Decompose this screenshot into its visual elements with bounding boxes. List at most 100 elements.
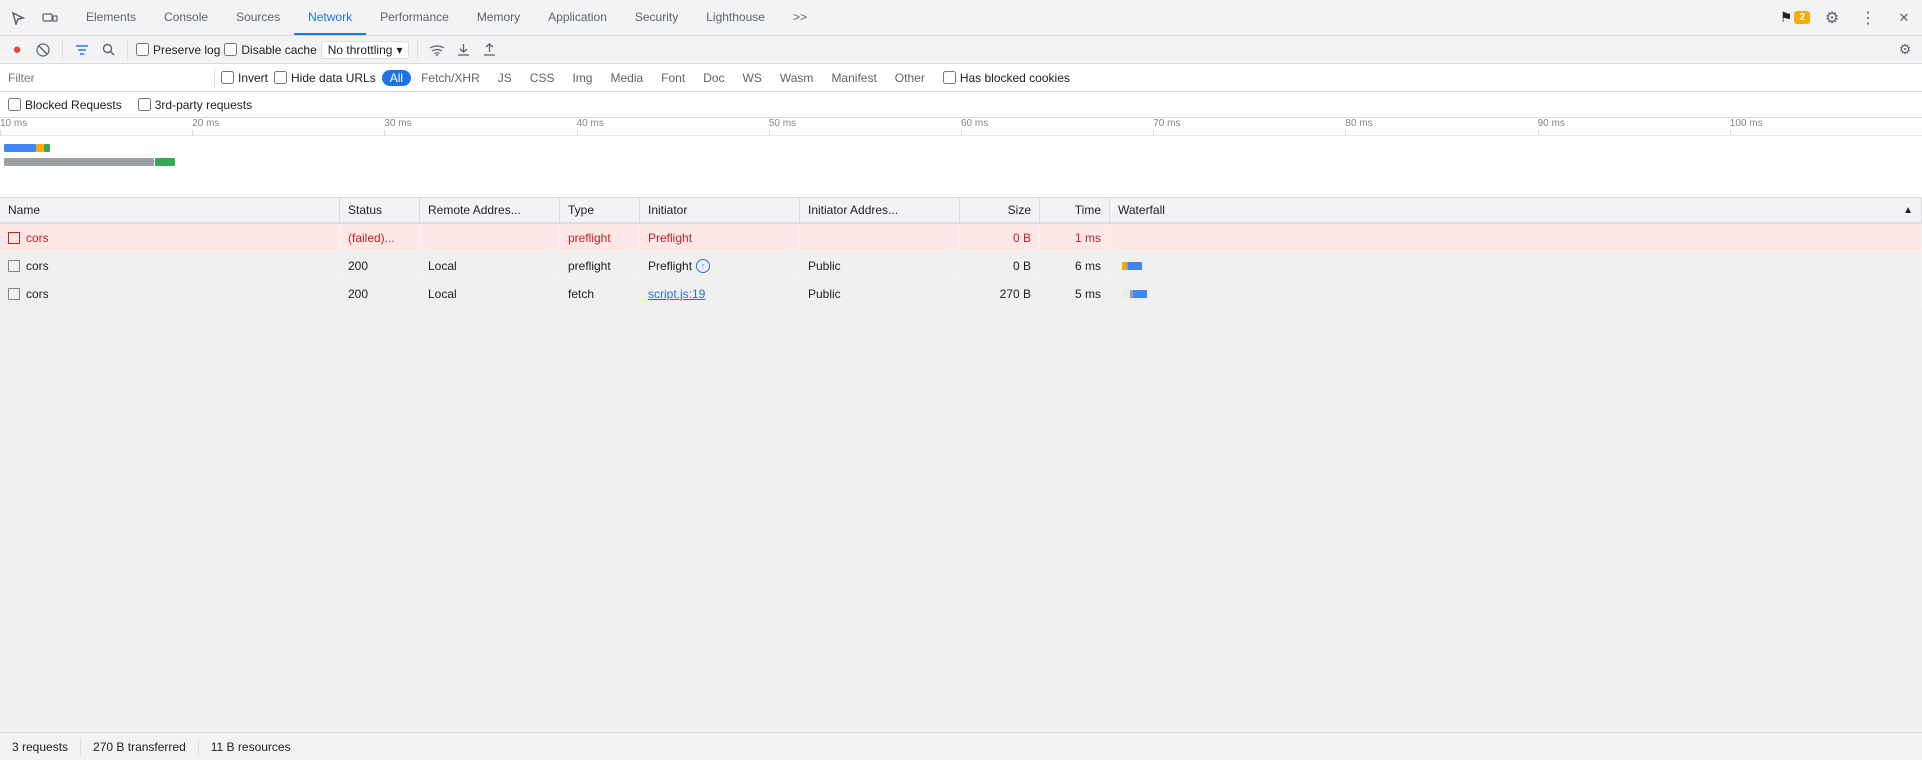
device-toolbar-icon[interactable] <box>36 4 64 32</box>
td-name-2: cors <box>0 252 340 279</box>
tab-network[interactable]: Network <box>294 0 366 35</box>
th-type[interactable]: Type <box>560 198 640 222</box>
tab-lighthouse[interactable]: Lighthouse <box>692 0 779 35</box>
disable-cache-label[interactable]: Disable cache <box>224 43 316 57</box>
search-button[interactable] <box>97 39 119 61</box>
preflight-info-icon[interactable]: ↑ <box>696 259 710 273</box>
filter-input[interactable] <box>8 71 208 85</box>
timeline-ruler: 10 ms20 ms30 ms40 ms50 ms60 ms70 ms80 ms… <box>0 118 1922 136</box>
third-party-checkbox[interactable] <box>138 98 151 111</box>
filter-chip-js[interactable]: JS <box>490 70 520 86</box>
record-stop-button[interactable]: ● <box>6 39 28 61</box>
filter-bar2: Blocked Requests 3rd-party requests <box>0 92 1922 118</box>
invert-checkbox[interactable] <box>221 71 234 84</box>
filter-chip-css[interactable]: CSS <box>522 70 563 86</box>
th-waterfall[interactable]: Waterfall ▲ <box>1110 198 1922 222</box>
td-status-2: 200 <box>340 252 420 279</box>
filter-chip-wasm[interactable]: Wasm <box>772 70 822 86</box>
issues-badge[interactable]: ⚑ 2 <box>1780 9 1810 26</box>
ruler-tick-4: 50 ms <box>769 118 796 136</box>
filter-chip-fetch/xhr[interactable]: Fetch/XHR <box>413 70 488 86</box>
tab-sources[interactable]: Sources <box>222 0 294 35</box>
clear-button[interactable] <box>32 39 54 61</box>
filter-chip-media[interactable]: Media <box>602 70 651 86</box>
tab-application[interactable]: Application <box>534 0 621 35</box>
status-bar: 3 requests 270 B transferred 11 B resour… <box>0 732 1922 760</box>
ruler-tick-3: 40 ms <box>577 118 604 136</box>
row-checkbox-3 <box>8 288 20 300</box>
has-blocked-cookies-label[interactable]: Has blocked cookies <box>943 71 1070 85</box>
script-link[interactable]: script.js:19 <box>648 287 705 301</box>
timeline-bars <box>0 136 1922 198</box>
td-name-1: cors <box>0 224 340 251</box>
td-time-3: 5 ms <box>1040 280 1110 307</box>
cursor-icon[interactable] <box>4 4 32 32</box>
export-har-button[interactable] <box>478 39 500 61</box>
td-initiator-3: script.js:19 <box>640 280 800 307</box>
table-row[interactable]: cors (failed)... preflight Preflight 0 B… <box>0 224 1922 252</box>
table-row[interactable]: cors 200 Local preflight Preflight ↑ Pub… <box>0 252 1922 280</box>
td-remote-3: Local <box>420 280 560 307</box>
hide-data-urls-label[interactable]: Hide data URLs <box>274 71 376 85</box>
filter-button[interactable] <box>71 39 93 61</box>
wifi-icon[interactable] <box>426 39 448 61</box>
filter-bar: Invert Hide data URLs AllFetch/XHRJSCSSI… <box>0 64 1922 92</box>
table-header: Name Status Remote Addres... Type Initia… <box>0 198 1922 224</box>
th-initiator-addr[interactable]: Initiator Addres... <box>800 198 960 222</box>
th-name[interactable]: Name <box>0 198 340 222</box>
preserve-log-checkbox[interactable] <box>136 43 149 56</box>
td-remote-2: Local <box>420 252 560 279</box>
invert-label[interactable]: Invert <box>221 71 268 85</box>
th-status[interactable]: Status <box>340 198 420 222</box>
table-row[interactable]: cors 200 Local fetch script.js:19 Public… <box>0 280 1922 308</box>
blocked-requests-label[interactable]: Blocked Requests <box>8 98 122 112</box>
filter-chip-img[interactable]: Img <box>564 70 600 86</box>
close-devtools-button[interactable]: ✕ <box>1890 4 1918 32</box>
filter-chip-all[interactable]: All <box>382 70 411 86</box>
network-toolbar: ● Preserve log <box>0 36 1922 64</box>
tab-security[interactable]: Security <box>621 0 692 35</box>
main-content: ● Preserve log <box>0 36 1922 760</box>
hide-data-urls-checkbox[interactable] <box>274 71 287 84</box>
td-time-2: 6 ms <box>1040 252 1110 279</box>
error-icon-1 <box>8 232 20 244</box>
blocked-requests-checkbox[interactable] <box>8 98 21 111</box>
more-options-button[interactable]: ⋮ <box>1854 4 1882 32</box>
td-waterfall-1 <box>1110 224 1922 251</box>
filter-chip-font[interactable]: Font <box>653 70 693 86</box>
td-initiator-addr-2: Public <box>800 252 960 279</box>
tab-performance[interactable]: Performance <box>366 0 463 35</box>
filter-chip-ws[interactable]: WS <box>735 70 770 86</box>
th-size[interactable]: Size <box>960 198 1040 222</box>
ruler-tick-1: 20 ms <box>192 118 219 136</box>
tab-console[interactable]: Console <box>150 0 222 35</box>
tab-more[interactable]: >> <box>779 0 821 35</box>
th-remote[interactable]: Remote Addres... <box>420 198 560 222</box>
ruler-tick-6: 70 ms <box>1153 118 1180 136</box>
third-party-label[interactable]: 3rd-party requests <box>138 98 252 112</box>
td-status-1: (failed)... <box>340 224 420 251</box>
td-initiator-addr-3: Public <box>800 280 960 307</box>
tab-memory[interactable]: Memory <box>463 0 534 35</box>
th-initiator[interactable]: Initiator <box>640 198 800 222</box>
has-blocked-cookies-checkbox[interactable] <box>943 71 956 84</box>
tabs: Elements Console Sources Network Perform… <box>72 0 1780 35</box>
td-type-2: preflight <box>560 252 640 279</box>
network-table: Name Status Remote Addres... Type Initia… <box>0 198 1922 308</box>
table-wrapper[interactable]: Name Status Remote Addres... Type Initia… <box>0 198 1922 732</box>
throttle-select[interactable]: No throttling ▾ <box>321 41 410 59</box>
filter-chip-manifest[interactable]: Manifest <box>823 70 884 86</box>
filter-chip-other[interactable]: Other <box>887 70 933 86</box>
disable-cache-checkbox[interactable] <box>224 43 237 56</box>
settings-button[interactable]: ⚙ <box>1818 4 1846 32</box>
td-type-3: fetch <box>560 280 640 307</box>
transferred-size: 270 B transferred <box>93 740 186 754</box>
import-har-button[interactable] <box>452 39 474 61</box>
preserve-log-label[interactable]: Preserve log <box>136 43 220 57</box>
network-settings-button[interactable]: ⚙ <box>1894 39 1916 61</box>
td-waterfall-3 <box>1110 280 1922 307</box>
tab-elements[interactable]: Elements <box>72 0 150 35</box>
th-time[interactable]: Time <box>1040 198 1110 222</box>
filter-chips: AllFetch/XHRJSCSSImgMediaFontDocWSWasmMa… <box>382 70 933 86</box>
filter-chip-doc[interactable]: Doc <box>695 70 732 86</box>
